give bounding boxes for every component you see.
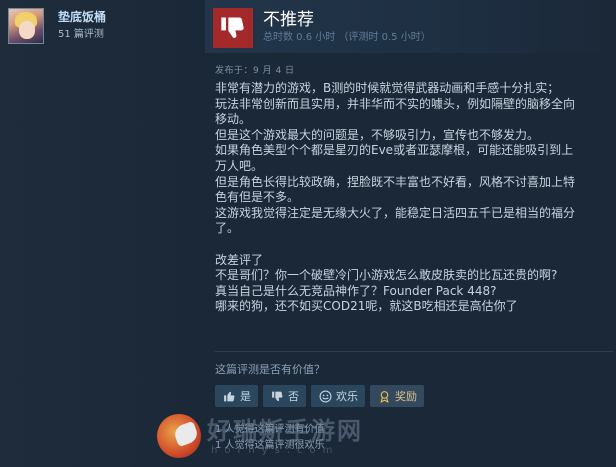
review-hours: 总时数 0.6 小时 （评测时 0.5 小时） (263, 32, 431, 43)
review-line: 哪来的狗，还不如买COD21呢，就这B吃相还是高估你了 (215, 299, 518, 314)
review-header: 不推荐 总时数 0.6 小时 （评测时 0.5 小时） (205, 0, 616, 53)
review-line: 万人吧。 (215, 158, 264, 173)
watermark-cn: 好瑞斯手游网 (207, 415, 363, 445)
avatar[interactable] (8, 8, 44, 44)
review-line: 移动。 (215, 112, 252, 127)
review-body: 非常有潜力的游戏，B测的时候就觉得武器动画和手感十分扎实； 玩法非常创新而且实用… (215, 81, 610, 315)
author-name[interactable]: 垫底饭桶 (58, 9, 106, 25)
review-line: 玩法非常创新而且实用，并非华而不实的噱头，例如隔壁的脑移全向 (215, 96, 576, 111)
vote-no-label: 否 (288, 390, 299, 403)
review-line: 了。 (215, 221, 240, 236)
review-line: 非常有潜力的游戏，B测的时候就觉得武器动画和手感十分扎实； (215, 81, 560, 95)
author-block: 垫底饭桶 51 篇评测 (8, 8, 106, 44)
smiley-icon (318, 389, 332, 403)
review-line: 色有但是不多。 (215, 190, 300, 205)
author-review-count[interactable]: 51 篇评测 (58, 28, 106, 42)
review-verdict[interactable]: 不推荐 (263, 9, 314, 31)
watermark-en: horhys.com (211, 444, 340, 456)
review-line: 但是这个游戏最大的问题是，不够吸引力，宣传也不够发力。 (215, 127, 540, 142)
watermark-logo-icon (157, 414, 201, 458)
watermark-text: 好瑞斯手游网 horhys.com (207, 415, 363, 456)
award-label: 奖励 (395, 390, 417, 403)
vote-yes-button[interactable]: 是 (215, 385, 258, 407)
divider (215, 351, 613, 352)
award-medal-icon (377, 389, 391, 403)
helpful-question: 这篇评测是否有价值？ (215, 363, 325, 376)
review-line: 如果角色美型个个都是星刃的Eve或者亚瑟摩根，可能还能吸引到上 (215, 143, 574, 158)
thumbs-down-icon (213, 8, 253, 48)
review-line: 真当自己是什么无竞品神作了？Founder Pack 448? (215, 283, 497, 298)
review-date: 发布于：9 月 4 日 (215, 66, 295, 76)
site-watermark: 好瑞斯手游网 horhys.com (157, 405, 417, 467)
review-line: 这游戏我觉得注定是无缘大火了，能稳定日活四五千已是相当的福分 (215, 205, 576, 220)
author-info: 垫底饭桶 51 篇评测 (58, 8, 106, 42)
vote-funny-button[interactable]: 欢乐 (311, 385, 365, 407)
thumbs-down-icon (270, 389, 284, 403)
vote-buttons: 是 否 欢乐 奖励 (215, 385, 424, 407)
vote-funny-label: 欢乐 (336, 390, 358, 403)
review-line: 不是哥们？你一个破壁冷门小游戏怎么敢皮肤卖的比瓦还贵的啊? (215, 268, 558, 283)
vote-no-button[interactable]: 否 (263, 385, 306, 407)
thumbs-up-icon (222, 389, 236, 403)
author-panel: 垫底饭桶 51 篇评测 (0, 0, 205, 467)
award-button[interactable]: 奖励 (370, 385, 424, 407)
review-line: 但是角色长得比较政确，捏脸既不丰富也不好看，风格不讨喜加上特 (215, 174, 576, 189)
review-line: 改差评了 (215, 252, 264, 267)
review-panel: 不推荐 总时数 0.6 小时 （评测时 0.5 小时） 发布于：9 月 4 日 … (205, 0, 616, 467)
vote-yes-label: 是 (240, 390, 251, 403)
review-line-gap (215, 237, 610, 253)
